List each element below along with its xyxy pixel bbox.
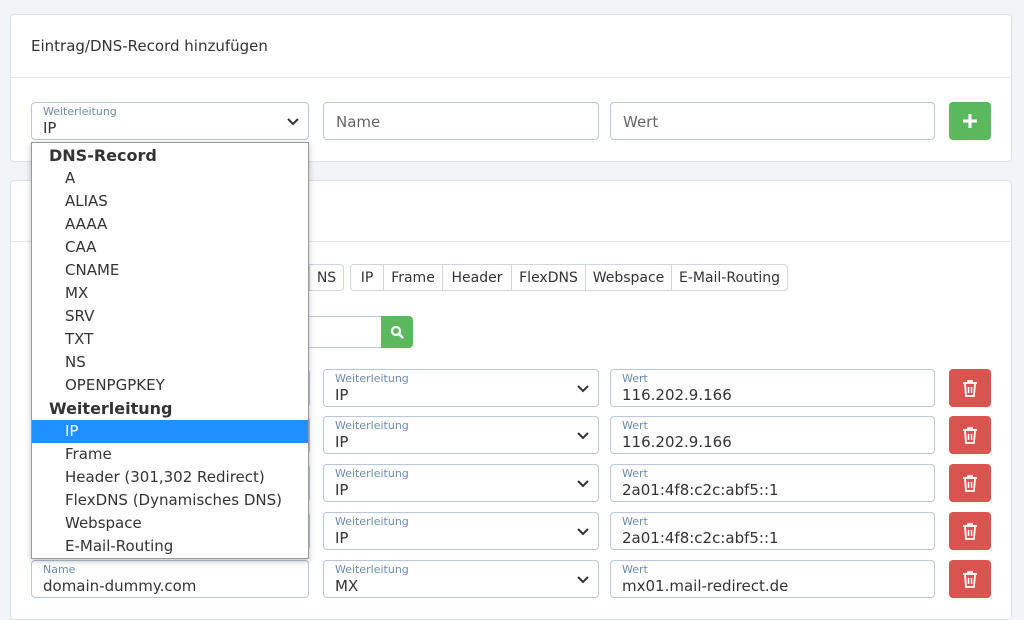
value-input[interactable]: Wert — [610, 102, 935, 140]
dropdown-option-email-routing[interactable]: E-Mail-Routing — [32, 535, 308, 558]
dropdown-option-openpgpkey[interactable]: OPENPGPKEY — [32, 374, 308, 397]
field-value: 2a01:4f8:c2c:abf5::1 — [622, 529, 779, 547]
dropdown-group-dns-record: DNS-Record — [49, 146, 157, 165]
trash-icon — [963, 427, 977, 444]
record-type-select[interactable]: Weiterleitung MX — [323, 560, 599, 598]
record-type-select[interactable]: Weiterleitung IP — [323, 464, 599, 502]
dropdown-group-weiterleitung: Weiterleitung — [49, 399, 173, 418]
field-label: Weiterleitung — [335, 467, 409, 480]
dropdown-option-header[interactable]: Header (301,302 Redirect) — [32, 466, 308, 489]
chevron-down-icon — [577, 576, 589, 584]
chevron-down-icon — [577, 385, 589, 393]
field-label: Name — [43, 563, 76, 576]
add-button[interactable] — [949, 102, 991, 140]
field-label: Wert — [622, 419, 648, 432]
delete-button[interactable] — [949, 369, 991, 407]
trash-icon — [963, 571, 977, 588]
search-icon — [390, 325, 404, 339]
dropdown-option-flexdns[interactable]: FlexDNS (Dynamisches DNS) — [32, 489, 308, 512]
dropdown-option-mx[interactable]: MX — [32, 282, 308, 305]
type-dropdown-list[interactable]: DNS-Record A ALIAS AAAA CAA CNAME MX SRV… — [31, 142, 309, 559]
record-type-select[interactable]: Weiterleitung IP — [323, 512, 599, 550]
dropdown-option-caa[interactable]: CAA — [32, 236, 308, 259]
field-label: Weiterleitung — [335, 563, 409, 576]
field-value: domain-dummy.com — [43, 577, 197, 595]
field-value: 116.202.9.166 — [622, 386, 732, 404]
field-value: MX — [335, 577, 359, 595]
record-value-input[interactable]: Wert 2a01:4f8:c2c:abf5::1 — [610, 464, 935, 502]
record-value-input[interactable]: Wert mx01.mail-redirect.de — [610, 560, 935, 598]
chevron-down-icon — [577, 528, 589, 536]
filter-ip[interactable]: IP — [350, 264, 384, 291]
record-value-input[interactable]: Wert 116.202.9.166 — [610, 369, 935, 407]
divider — [11, 77, 1011, 78]
filter-header[interactable]: Header — [442, 264, 512, 291]
filter-label: E-Mail-Routing — [678, 269, 781, 286]
dropdown-option-frame[interactable]: Frame — [32, 443, 308, 466]
field-label: Weiterleitung — [335, 372, 409, 385]
field-value: mx01.mail-redirect.de — [622, 577, 789, 595]
field-value: IP — [335, 433, 349, 451]
record-value-input[interactable]: Wert 2a01:4f8:c2c:abf5::1 — [610, 512, 935, 550]
field-value: 116.202.9.166 — [622, 433, 732, 451]
search-button[interactable] — [381, 316, 413, 348]
field-value: IP — [335, 529, 349, 547]
field-value: IP — [335, 481, 349, 499]
trash-icon — [963, 380, 977, 397]
dropdown-option-ip[interactable]: IP — [32, 420, 308, 443]
dropdown-option-txt[interactable]: TXT — [32, 328, 308, 351]
dropdown-option-webspace[interactable]: Webspace — [32, 512, 308, 535]
record-name-input[interactable]: Name domain-dummy.com — [31, 560, 309, 598]
value-placeholder: Wert — [623, 113, 659, 131]
chevron-down-icon — [577, 480, 589, 488]
filter-label: Frame — [391, 269, 435, 286]
plus-icon — [963, 114, 977, 128]
filter-label: FlexDNS — [519, 269, 578, 286]
name-placeholder: Name — [336, 113, 381, 131]
delete-button[interactable] — [949, 512, 991, 550]
filter-label: Header — [451, 269, 503, 286]
dropdown-option-alias[interactable]: ALIAS — [32, 190, 308, 213]
type-select[interactable]: Weiterleitung IP — [31, 102, 309, 140]
field-value: 2a01:4f8:c2c:abf5::1 — [622, 481, 779, 499]
filter-frame[interactable]: Frame — [383, 264, 443, 291]
delete-button[interactable] — [949, 464, 991, 502]
dropdown-option-a[interactable]: A — [32, 167, 308, 190]
search-input[interactable] — [300, 316, 382, 348]
type-select-label: Weiterleitung — [43, 105, 117, 118]
delete-button[interactable] — [949, 416, 991, 454]
field-label: Wert — [622, 515, 648, 528]
filter-email-routing[interactable]: E-Mail-Routing — [671, 264, 788, 291]
record-type-select[interactable]: Weiterleitung IP — [323, 369, 599, 407]
filter-label: IP — [360, 269, 374, 286]
chevron-down-icon — [287, 118, 299, 126]
trash-icon — [963, 475, 977, 492]
dropdown-option-aaaa[interactable]: AAAA — [32, 213, 308, 236]
field-label: Weiterleitung — [335, 515, 409, 528]
field-label: Weiterleitung — [335, 419, 409, 432]
field-label: Wert — [622, 372, 648, 385]
trash-icon — [963, 523, 977, 540]
card-title: Eintrag/DNS-Record hinzufügen — [31, 37, 268, 55]
filter-ns[interactable]: NS — [309, 264, 344, 291]
name-input[interactable]: Name — [323, 102, 599, 140]
filter-webspace[interactable]: Webspace — [585, 264, 672, 291]
dropdown-option-ns[interactable]: NS — [32, 351, 308, 374]
dropdown-option-srv[interactable]: SRV — [32, 305, 308, 328]
record-type-select[interactable]: Weiterleitung IP — [323, 416, 599, 454]
field-label: Wert — [622, 563, 648, 576]
field-label: Wert — [622, 467, 648, 480]
delete-button[interactable] — [949, 560, 991, 598]
record-value-input[interactable]: Wert 116.202.9.166 — [610, 416, 935, 454]
filter-label: NS — [316, 269, 337, 286]
dropdown-option-cname[interactable]: CNAME — [32, 259, 308, 282]
type-select-value: IP — [43, 119, 57, 137]
chevron-down-icon — [577, 432, 589, 440]
filter-flexdns[interactable]: FlexDNS — [511, 264, 586, 291]
field-value: IP — [335, 386, 349, 404]
filter-label: Webspace — [592, 269, 665, 286]
